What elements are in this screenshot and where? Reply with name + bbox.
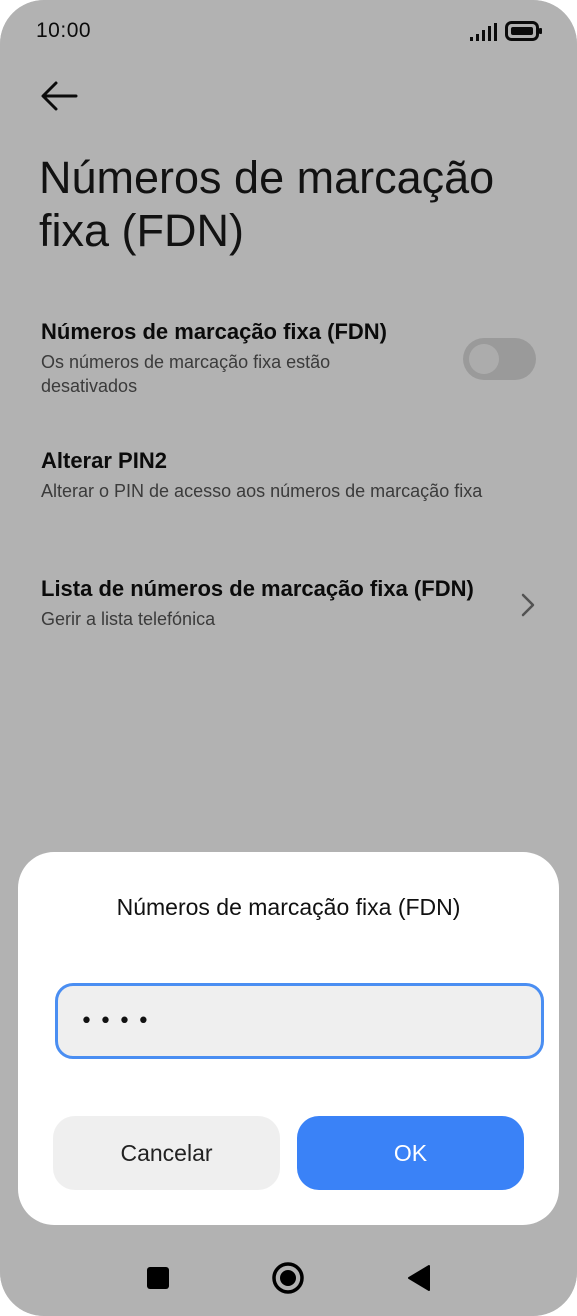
fdn-pin-dialog: Números de marcação fixa (FDN) Cancelar … [18,852,559,1225]
square-icon[interactable] [147,1267,169,1289]
cancel-button[interactable]: Cancelar [53,1116,280,1190]
circle-icon[interactable] [271,1261,305,1295]
phone-frame: 10:00 Números de marcação fixa (FDN) Núm… [0,0,577,1316]
ok-button[interactable]: OK [297,1116,524,1190]
pin2-input[interactable] [55,983,544,1059]
triangle-icon[interactable] [407,1264,431,1292]
dialog-title: Números de marcação fixa (FDN) [116,894,461,920]
